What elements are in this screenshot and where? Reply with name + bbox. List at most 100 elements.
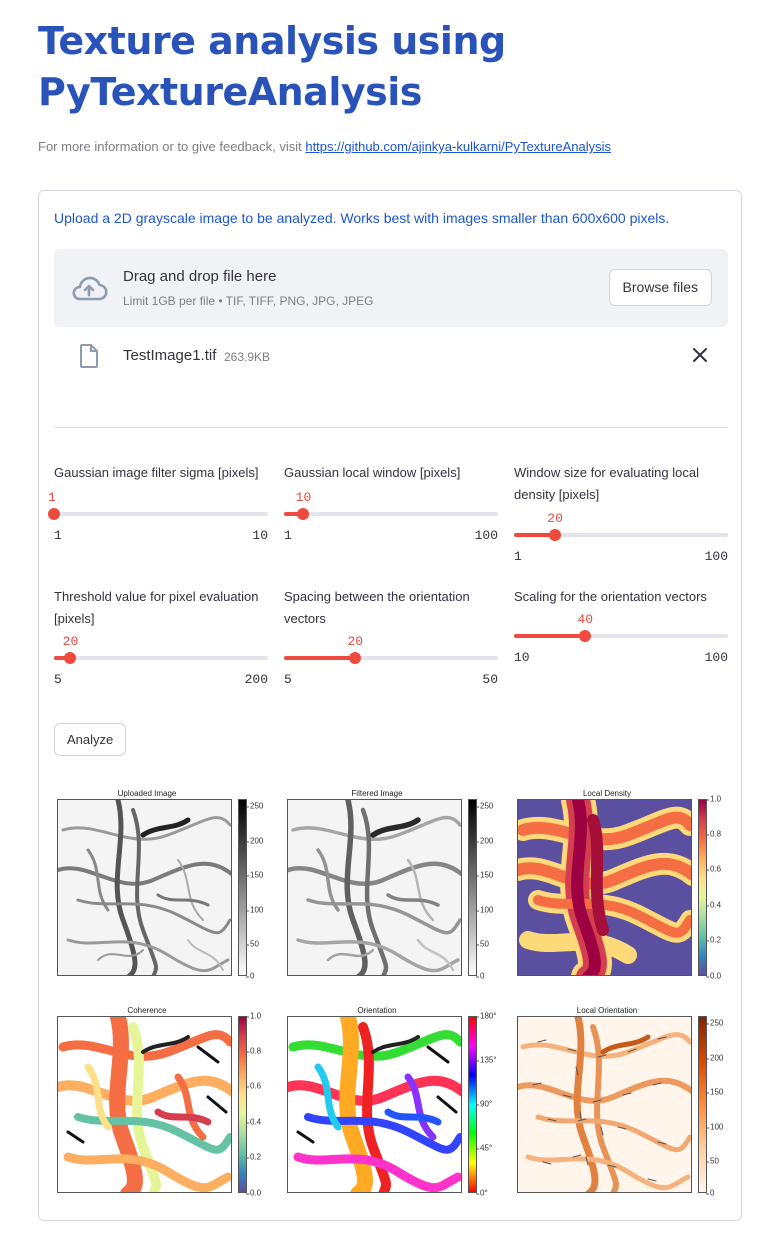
slider-min: 1 — [284, 528, 292, 543]
colorbar-tick: 100 — [705, 1122, 724, 1132]
slider-thumb[interactable] — [549, 529, 562, 541]
plot-title: Local Density — [582, 789, 632, 798]
uploaded-file-row: TestImage1.tif 263.9KB — [54, 341, 728, 377]
colorbar-tick: 0 — [245, 971, 255, 981]
slider-max: 200 — [244, 672, 268, 687]
slider-min: 10 — [514, 650, 530, 665]
slider-max: 100 — [474, 528, 498, 543]
slider-value: 1 — [48, 490, 56, 505]
colorbar-tick: 0.6 — [705, 864, 722, 874]
slider-fill — [284, 656, 356, 660]
slider-fill — [514, 634, 586, 638]
divider — [54, 427, 728, 428]
slider-track[interactable] — [514, 529, 728, 541]
colorbar-tick: 50 — [246, 939, 259, 949]
colorbar-tick: 0 — [475, 971, 485, 981]
slider-value: 10 — [295, 490, 312, 505]
slider-value: 20 — [347, 634, 364, 649]
colorbar-tick: 200 — [705, 1053, 724, 1063]
slider-label: Window size for evaluating local density… — [514, 465, 699, 502]
colorbar — [238, 799, 247, 976]
colorbar — [238, 1016, 247, 1193]
colorbar — [698, 799, 707, 976]
slider-label: Spacing between the orientation vectors — [284, 589, 470, 626]
plot-title: Orientation — [357, 1006, 397, 1015]
slider-value: 20 — [547, 511, 563, 526]
close-icon[interactable] — [690, 345, 710, 365]
plot-title: Uploaded Image — [117, 789, 177, 798]
colorbar-tick: 0.6 — [245, 1081, 262, 1091]
slider-track[interactable] — [514, 630, 728, 642]
colorbar-tick: 50 — [706, 1156, 719, 1166]
colorbar-tick: 0.2 — [705, 935, 722, 945]
slider-min: 1 — [54, 528, 62, 543]
colorbar-tick: 135° — [476, 1055, 497, 1065]
plot-image — [57, 799, 232, 976]
colorbar-tick: 50 — [476, 939, 489, 949]
colorbar-tick: 100 — [475, 905, 494, 915]
github-link[interactable]: https://github.com/ajinkya-kulkarni/PyTe… — [305, 139, 611, 154]
file-name: TestImage1.tif — [123, 347, 217, 364]
slider-value: 40 — [577, 612, 594, 627]
plot-image — [517, 1016, 692, 1193]
colorbar-tick: 150 — [245, 870, 264, 880]
colorbar-tick: 150 — [705, 1087, 724, 1097]
plot-image — [287, 1016, 462, 1193]
slider-thumb[interactable] — [579, 630, 592, 642]
colorbar-tick: 200 — [475, 836, 494, 846]
file-icon — [80, 344, 98, 368]
slider-label: Threshold value for pixel evaluation [pi… — [54, 589, 259, 626]
colorbar-tick: 1.0 — [245, 1011, 262, 1021]
dropzone-limits: Limit 1GB per file • TIF, TIFF, PNG, JPG… — [123, 294, 374, 308]
info-caption: For more information or to give feedback… — [38, 139, 611, 154]
slider-max: 50 — [482, 672, 498, 687]
slider-value: 20 — [62, 634, 79, 649]
page-title: Texture analysis using PyTextureAnalysis — [38, 19, 506, 114]
colorbar-tick: 0.0 — [245, 1188, 262, 1198]
slider-max: 100 — [704, 650, 728, 665]
plot-title: Filtered Image — [351, 789, 403, 798]
colorbar-tick: 0.4 — [705, 900, 722, 910]
plot-image — [517, 799, 692, 976]
plot-title: Local Orientation — [576, 1006, 638, 1015]
analyze-button[interactable]: Analyze — [54, 723, 127, 756]
colorbar-tick: 0.8 — [705, 829, 722, 839]
dropzone-title: Drag and drop file here — [123, 268, 277, 285]
colorbar-tick: 0.4 — [245, 1117, 262, 1127]
colorbar-tick: 200 — [245, 836, 264, 846]
slider-min: 5 — [284, 672, 292, 687]
slider-thumb[interactable] — [349, 652, 362, 664]
colorbar-tick: 0 — [705, 1188, 715, 1198]
colorbar-tick: 180° — [476, 1011, 497, 1021]
slider-label: Gaussian image filter sigma [pixels] — [54, 465, 259, 480]
colorbar-tick: 90° — [475, 1099, 493, 1109]
cloud-upload-icon — [72, 276, 108, 301]
colorbar-tick: 0° — [476, 1188, 488, 1198]
slider-track[interactable] — [284, 652, 498, 664]
colorbar-tick: 45° — [475, 1143, 493, 1153]
colorbar-tick: 250 — [705, 1018, 724, 1028]
colorbar-tick: 250 — [475, 801, 494, 811]
slider-track[interactable] — [48, 508, 268, 520]
upload-label: Upload a 2D grayscale image to be analyz… — [54, 210, 670, 226]
file-dropzone[interactable]: Drag and drop file here Limit 1GB per fi… — [54, 249, 728, 327]
colorbar-tick: 150 — [475, 870, 494, 880]
slider-thumb[interactable] — [297, 508, 310, 520]
colorbar-tick: 100 — [245, 905, 264, 915]
plot-image — [57, 1016, 232, 1193]
slider-track[interactable] — [284, 508, 498, 520]
colorbar — [698, 1016, 707, 1193]
plot-title: Coherence — [127, 1006, 167, 1015]
slider-thumb[interactable] — [64, 652, 77, 664]
slider-label: Gaussian local window [pixels] — [284, 465, 461, 480]
plot-image — [287, 799, 462, 976]
caption-text: For more information or to give feedback… — [38, 139, 306, 154]
colorbar-tick: 0.8 — [245, 1046, 262, 1056]
file-size: 263.9KB — [224, 350, 271, 364]
analysis-form: Upload a 2D grayscale image to be analyz… — [38, 190, 742, 1221]
slider-track[interactable] — [54, 652, 268, 664]
slider-thumb[interactable] — [48, 508, 60, 520]
colorbar-tick: 0.0 — [705, 971, 722, 981]
slider-label: Scaling for the orientation vectors — [514, 589, 707, 604]
browse-files-button[interactable]: Browse files — [608, 269, 712, 306]
